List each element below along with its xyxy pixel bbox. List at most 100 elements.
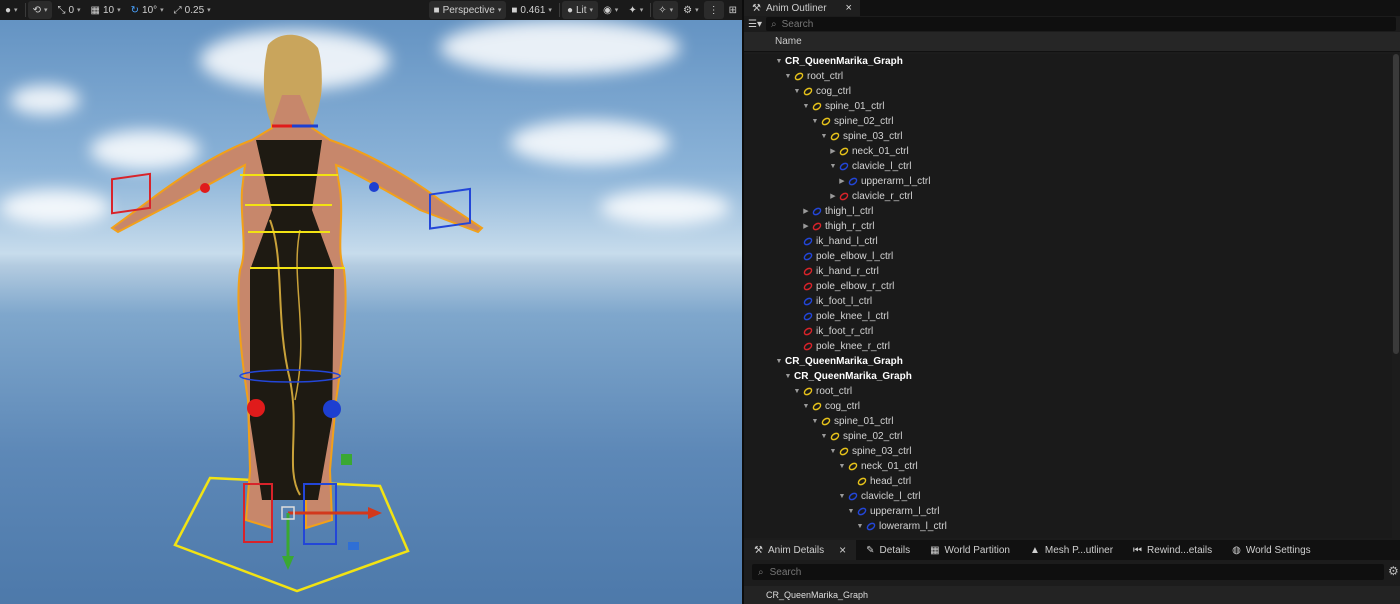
outliner-row[interactable]: ik_hand_l_ctrl bbox=[744, 234, 1392, 249]
gizmo-plane-handle[interactable] bbox=[341, 454, 352, 465]
select-mode-button[interactable]: ● ▾ bbox=[0, 1, 23, 19]
expand-arrow-icon[interactable]: ▼ bbox=[847, 504, 855, 519]
tab-world-partition[interactable]: ▦ World Partition bbox=[920, 540, 1020, 560]
lighting-mode-button[interactable]: ● Lit ▾ bbox=[561, 1, 599, 19]
expand-arrow-icon[interactable]: ▼ bbox=[829, 444, 837, 459]
outliner-row[interactable]: ▼ root_ctrl bbox=[744, 384, 1392, 399]
close-icon[interactable]: × bbox=[846, 2, 852, 14]
expand-arrow-icon[interactable]: ▼ bbox=[793, 384, 801, 399]
tab-anim-details[interactable]: ⚒ Anim Details × bbox=[744, 540, 857, 560]
lit-sphere-icon: ● bbox=[566, 4, 573, 16]
grid-snap-button[interactable]: ▦ 10 ▾ bbox=[86, 1, 126, 19]
outliner-scrollbar[interactable] bbox=[1393, 54, 1399, 354]
filter-icon[interactable]: ☰▾ bbox=[748, 19, 762, 30]
viewport-settings-button[interactable]: ⚙ ▾ bbox=[678, 1, 703, 19]
viewport-menu-button[interactable]: ⋮ bbox=[703, 1, 724, 19]
outliner-row[interactable]: pole_knee_l_ctrl bbox=[744, 309, 1392, 324]
close-icon[interactable]: × bbox=[839, 543, 846, 557]
outliner-row[interactable]: ▼ cog_ctrl bbox=[744, 84, 1392, 99]
character-rig[interactable] bbox=[0, 0, 742, 604]
expand-arrow-icon[interactable]: ▼ bbox=[802, 99, 810, 114]
outliner-row[interactable]: ▼ spine_01_ctrl bbox=[744, 99, 1392, 114]
collapse-arrow-icon[interactable]: ▶ bbox=[829, 144, 837, 159]
expand-arrow-icon[interactable]: ▼ bbox=[775, 354, 783, 369]
expand-arrow-icon[interactable]: ▼ bbox=[829, 159, 837, 174]
gizmo-plane-handle[interactable] bbox=[348, 542, 359, 550]
magic-wand-button[interactable]: ✧ ▾ bbox=[653, 1, 679, 19]
expand-arrow-icon[interactable]: ▼ bbox=[811, 414, 819, 429]
collapse-arrow-icon[interactable]: ▶ bbox=[802, 219, 810, 234]
camera-speed-button[interactable]: ■ 0.461 ▾ bbox=[506, 1, 557, 19]
outliner-row[interactable]: ▼ spine_03_ctrl bbox=[744, 129, 1392, 144]
pole-elbow-r-control[interactable] bbox=[200, 183, 210, 193]
outliner-row[interactable]: ▶ thigh_r_ctrl bbox=[744, 219, 1392, 234]
translate-snap-button[interactable]: ⤡ 0 ▾ bbox=[52, 1, 85, 19]
outliner-row[interactable]: ▼ CR_QueenMarika_Graph bbox=[744, 54, 1392, 69]
expand-arrow-icon[interactable]: ▼ bbox=[820, 429, 828, 444]
transform-mode-button[interactable]: ⟲ ▾ bbox=[27, 1, 53, 19]
tab-rewind-etails[interactable]: ⏮ Rewind...etails bbox=[1123, 540, 1222, 560]
tab-anim-outliner[interactable]: ⚒ Anim Outliner × bbox=[744, 0, 860, 16]
gizmo-y-arrow[interactable] bbox=[282, 556, 294, 570]
expand-arrow-icon[interactable]: ▼ bbox=[838, 459, 846, 474]
outliner-row[interactable]: ▶ thigh_l_ctrl bbox=[744, 204, 1392, 219]
expand-arrow-icon[interactable]: ▼ bbox=[838, 489, 846, 504]
outliner-row[interactable]: ▼ spine_02_ctrl bbox=[744, 114, 1392, 129]
outliner-row[interactable]: ▼ cog_ctrl bbox=[744, 399, 1392, 414]
outliner-row[interactable]: ▼ spine_03_ctrl bbox=[744, 444, 1392, 459]
gear-icon[interactable]: ⚙ bbox=[1388, 564, 1399, 578]
outliner-row[interactable]: pole_knee_r_ctrl bbox=[744, 339, 1392, 354]
gizmo-x-arrow[interactable] bbox=[368, 507, 382, 519]
pole-elbow-l-control[interactable] bbox=[369, 182, 379, 192]
view-mode-button[interactable]: ■ Perspective ▾ bbox=[428, 1, 507, 19]
outliner-row[interactable]: ▶ upperarm_l_ctrl bbox=[744, 174, 1392, 189]
level-viewport[interactable]: ● ▾ ⟲ ▾ ⤡ 0 ▾ ▦ 10 ▾ ↻ 10° ▾ ⤢ 0.25 ▾ ■ Perspective… bbox=[0, 0, 742, 604]
outliner-row[interactable]: ik_foot_r_ctrl bbox=[744, 324, 1392, 339]
outliner-row[interactable]: ▼ spine_01_ctrl bbox=[744, 414, 1392, 429]
tab-world-settings[interactable]: ◍ World Settings bbox=[1222, 540, 1321, 560]
selected-object-name: CR_QueenMarika_Graph bbox=[744, 586, 1400, 604]
outliner-row[interactable]: pole_elbow_l_ctrl bbox=[744, 249, 1392, 264]
expand-arrow-icon[interactable]: ▼ bbox=[820, 129, 828, 144]
outliner-row[interactable]: ▼ clavicle_l_ctrl bbox=[744, 489, 1392, 504]
outliner-row[interactable]: ▼ neck_01_ctrl bbox=[744, 459, 1392, 474]
outliner-row-label: spine_03_ctrl bbox=[852, 446, 912, 457]
rotate-snap-button[interactable]: ↻ 10° ▾ bbox=[126, 1, 169, 19]
tab-details[interactable]: ✎ Details bbox=[856, 540, 920, 560]
column-header-name[interactable]: Name bbox=[744, 32, 1400, 52]
outliner-row[interactable]: ▼ spine_02_ctrl bbox=[744, 429, 1392, 444]
collapse-arrow-icon[interactable]: ▶ bbox=[829, 189, 837, 204]
outliner-row[interactable]: ik_hand_r_ctrl bbox=[744, 264, 1392, 279]
outliner-row[interactable]: ▼ root_ctrl bbox=[744, 69, 1392, 84]
collapse-arrow-icon[interactable]: ▶ bbox=[838, 174, 846, 189]
collapse-arrow-icon[interactable]: ▶ bbox=[802, 204, 810, 219]
outliner-search-input[interactable]: ⌕ Search bbox=[765, 17, 1396, 31]
expand-arrow-icon[interactable]: ▼ bbox=[775, 54, 783, 69]
pole-knee-l-control[interactable] bbox=[323, 400, 341, 418]
viewport-layout-button[interactable]: ⊞ bbox=[724, 1, 742, 19]
outliner-row-label: cog_ctrl bbox=[816, 86, 852, 97]
outliner-row[interactable]: ▼ CR_QueenMarika_Graph bbox=[744, 354, 1392, 369]
outliner-row[interactable]: pole_elbow_r_ctrl bbox=[744, 279, 1392, 294]
outliner-row[interactable]: ▼ upperarm_l_ctrl bbox=[744, 504, 1392, 519]
details-search-input[interactable]: ⌕ Search bbox=[752, 564, 1384, 580]
scale-icon: ⤢ bbox=[173, 4, 182, 16]
expand-arrow-icon[interactable]: ▼ bbox=[784, 69, 792, 84]
outliner-row[interactable]: ▼ lowerarm_l_ctrl bbox=[744, 519, 1392, 534]
expand-arrow-icon[interactable]: ▼ bbox=[811, 114, 819, 129]
expand-arrow-icon[interactable]: ▼ bbox=[856, 519, 864, 534]
outliner-row[interactable]: ▶ clavicle_r_ctrl bbox=[744, 189, 1392, 204]
expand-arrow-icon[interactable]: ▼ bbox=[793, 84, 801, 99]
outliner-row[interactable]: ▼ clavicle_l_ctrl bbox=[744, 159, 1392, 174]
expand-arrow-icon[interactable]: ▼ bbox=[802, 399, 810, 414]
tab-mesh-p-utliner[interactable]: ▲ Mesh P...utliner bbox=[1020, 540, 1123, 560]
outliner-row[interactable]: ▶ neck_01_ctrl bbox=[744, 144, 1392, 159]
expand-arrow-icon[interactable]: ▼ bbox=[784, 369, 792, 384]
performance-button[interactable]: ✦ ▾ bbox=[623, 1, 648, 19]
outliner-row[interactable]: ▼ CR_QueenMarika_Graph bbox=[744, 369, 1392, 384]
outliner-row[interactable]: ik_foot_l_ctrl bbox=[744, 294, 1392, 309]
scale-snap-button[interactable]: ⤢ 0.25 ▾ bbox=[169, 1, 216, 19]
outliner-row[interactable]: head_ctrl bbox=[744, 474, 1392, 489]
pole-knee-r-control[interactable] bbox=[247, 399, 265, 417]
show-flags-button[interactable]: ◉ ▾ bbox=[598, 1, 623, 19]
